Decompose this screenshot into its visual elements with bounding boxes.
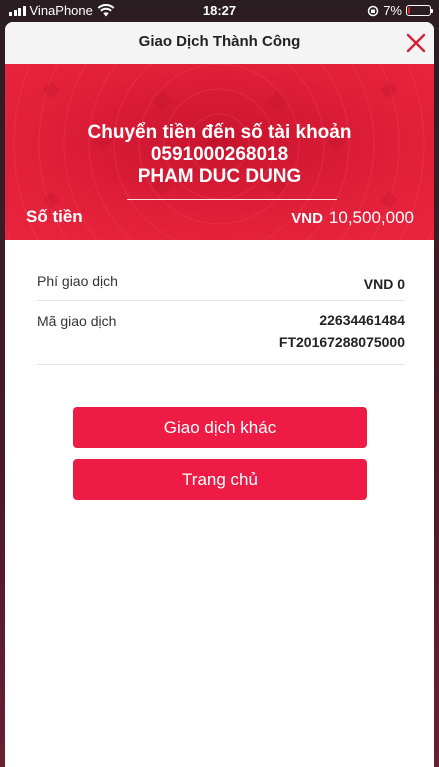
- battery-fill: [408, 7, 410, 14]
- home-button[interactable]: Trang chủ: [73, 459, 367, 500]
- transaction-id-row: Mã giao dịch 22634461484 FT2016728807500…: [37, 301, 405, 365]
- fee-value: VND 0: [363, 276, 405, 292]
- amount-value: VND 10,500,000: [291, 208, 414, 228]
- transaction-result-modal: Giao Dịch Thành Công Chuyển tiền đến số …: [5, 22, 434, 767]
- divider: [127, 199, 337, 200]
- transaction-details: Phí giao dịch VND 0 Mã giao dịch 2263446…: [37, 264, 405, 365]
- transfer-summary-banner: Chuyển tiền đến số tài khoản 05910002680…: [5, 64, 434, 240]
- recipient-name: PHAM DUC DUNG: [137, 166, 302, 187]
- amount-currency: VND: [291, 210, 323, 227]
- amount-label: Số tiền: [26, 207, 83, 226]
- other-transaction-button[interactable]: Giao dịch khác: [73, 407, 367, 448]
- close-button[interactable]: [404, 31, 428, 55]
- transaction-id-line2: FT20167288075000: [278, 334, 405, 350]
- transfer-description: Chuyển tiền đến số tài khoản: [87, 122, 352, 143]
- battery-percent: 7%: [383, 3, 402, 18]
- page-title: Giao Dịch Thành Công: [138, 33, 301, 50]
- transaction-id-value: 22634461484 FT20167288075000: [279, 309, 405, 353]
- status-bar: VinaPhone 18:27 7%: [0, 0, 439, 22]
- status-right: 7%: [367, 3, 433, 18]
- orientation-lock-icon: [367, 5, 379, 16]
- account-number: 0591000268018: [150, 144, 289, 165]
- transaction-id-label: Mã giao dịch: [37, 313, 117, 329]
- fee-row: Phí giao dịch VND 0: [37, 264, 405, 301]
- amount-number: 10,500,000: [328, 208, 414, 227]
- transaction-id-line1: 22634461484: [319, 312, 405, 328]
- modal-header: Giao Dịch Thành Công: [5, 22, 434, 64]
- close-icon: [406, 33, 426, 53]
- battery-icon: [406, 5, 433, 16]
- phone-screen: VinaPhone 18:27 7% Giao Dịch Thành Công: [0, 0, 439, 767]
- fee-label: Phí giao dịch: [37, 273, 118, 289]
